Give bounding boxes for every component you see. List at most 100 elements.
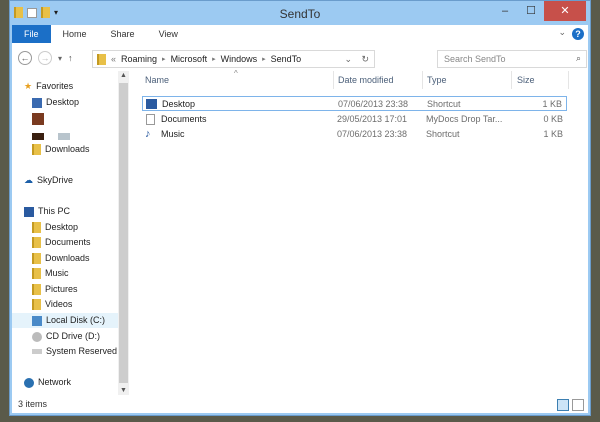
help-button[interactable]: ? [572,28,584,40]
nav-label: Network [38,377,72,387]
nav-network[interactable]: Network [24,375,129,390]
column-header-type[interactable]: Type [427,75,447,89]
breadcrumb-sendto[interactable]: SendTo [271,54,302,64]
search-icon[interactable]: ⌕ [576,53,581,64]
drive-icon [32,349,42,354]
file-list: ^ Name Date modified Type Size Desktop 0… [137,69,588,395]
folder-icon [32,284,41,295]
large-icons-view-button[interactable] [572,399,584,411]
address-dropdown-button[interactable]: ⌄ [344,54,352,65]
overflow-crumbs[interactable]: « [111,54,116,64]
nav-favorites[interactable]: ★ Favorites [24,79,129,94]
nav-fav-desktop[interactable]: Desktop [32,95,129,110]
chevron-right-icon[interactable]: ▸ [212,55,216,63]
file-row[interactable]: Documents 29/05/2013 17:01 MyDocs Drop T… [142,112,567,127]
close-button[interactable]: ✕ [544,1,586,21]
tab-home[interactable]: Home [51,25,99,43]
nav-cd-drive[interactable]: CD Drive (D:) [32,329,129,344]
nav-this-pc[interactable]: This PC [24,204,129,219]
chevron-right-icon[interactable]: ▸ [262,55,266,63]
file-type: Shortcut [426,129,460,139]
recent-locations-button[interactable]: ▾ [58,54,62,63]
search-placeholder: Search SendTo [444,54,506,64]
refresh-button[interactable]: ↻ [361,54,369,65]
title-bar: ▾ SendTo ‒ ☐ ✕ [10,1,590,25]
navigation-bar: ← → ▾ ↑ « Roaming ▸ Microsoft ▸ Windows ▸ S… [12,47,588,69]
navigation-pane: ★ Favorites Desktop Downloads ☁ SkyDrive T… [12,71,129,395]
star-icon: ★ [24,81,33,91]
column-header-size[interactable]: Size [517,75,535,89]
tab-share[interactable]: Share [99,25,147,43]
nav-redacted-item[interactable] [32,111,129,126]
file-name: Documents [161,114,207,124]
search-input[interactable]: Search SendTo ⌕ [437,50,587,68]
network-icon [24,377,34,388]
file-row[interactable]: Desktop 07/06/2013 23:38 Shortcut 1 KB [142,96,567,111]
explorer-body: ← → ▾ ↑ « Roaming ▸ Microsoft ▸ Windows ▸ S… [12,43,588,413]
breadcrumb-microsoft[interactable]: Microsoft [171,54,208,64]
file-name: Desktop [162,99,196,109]
nav-skydrive[interactable]: ☁ SkyDrive [24,173,129,188]
folder-icon [32,237,41,248]
column-divider[interactable] [511,71,512,89]
tab-file[interactable]: File [12,25,51,43]
folder-icon [32,253,41,264]
nav-pc-documents[interactable]: Documents [32,235,129,250]
column-divider[interactable] [333,71,334,89]
downloads-folder-icon [32,144,41,155]
breadcrumb-roaming[interactable]: Roaming [121,54,157,64]
nav-label: Music [45,268,69,278]
chevron-right-icon[interactable]: ▸ [162,55,166,63]
status-item-count: 3 items [18,399,48,409]
sort-ascending-icon: ^ [234,69,238,78]
expand-ribbon-button[interactable]: ⌄ [558,27,566,38]
redacted-block [58,133,70,140]
file-size: 1 KB [543,129,563,139]
forward-button[interactable]: → [38,51,52,65]
nav-system-reserved[interactable]: System Reserved [32,344,129,359]
nav-pane-scrollbar[interactable]: ▲ ▼ [118,71,129,395]
minimize-button[interactable]: ‒ [492,1,518,21]
column-header-name[interactable]: Name [145,75,169,89]
file-type: Shortcut [427,99,461,109]
music-shortcut-icon: ♪ [145,128,151,140]
nav-label: Downloads [45,253,90,263]
nav-label: Videos [45,299,73,309]
nav-label: Favorites [36,81,74,91]
nav-local-disk[interactable]: Local Disk (C:) [12,313,119,328]
address-bar[interactable]: « Roaming ▸ Microsoft ▸ Windows ▸ SendTo ⌄ … [92,50,375,68]
nav-pc-videos[interactable]: Videos [32,297,129,312]
redacted-icon [32,112,44,125]
nav-pc-pictures[interactable]: Pictures [32,282,129,297]
column-divider[interactable] [422,71,423,89]
file-size: 1 KB [542,99,562,109]
tab-view[interactable]: View [147,25,190,43]
column-divider[interactable] [568,71,569,89]
maximize-button[interactable]: ☐ [518,1,544,21]
nav-label: Desktop [45,222,79,232]
breadcrumb-windows[interactable]: Windows [221,54,258,64]
nav-pc-desktop[interactable]: Desktop [32,220,129,235]
scrollbar-thumb[interactable] [119,83,128,383]
scroll-up-icon[interactable]: ▲ [120,72,127,79]
details-view-button[interactable] [557,399,569,411]
nav-label: This PC [38,206,71,216]
scroll-down-icon[interactable]: ▼ [120,387,127,394]
file-date: 07/06/2013 23:38 [338,99,409,109]
file-row[interactable]: ♪ Music 07/06/2013 23:38 Shortcut 1 KB [142,127,567,142]
nav-pc-downloads[interactable]: Downloads [32,251,129,266]
cloud-icon: ☁ [24,175,33,185]
folder-icon [32,222,41,233]
nav-label: System Reserved [46,346,118,356]
nav-pc-music[interactable]: Music [32,266,129,281]
redacted-icon [32,133,44,140]
folder-icon [97,53,106,65]
explorer-window: ▾ SendTo ‒ ☐ ✕ File Home Share View ⌄ ? … [9,0,591,416]
up-button[interactable]: ↑ [68,53,73,63]
nav-label: Pictures [45,284,78,294]
column-header-date[interactable]: Date modified [338,75,394,89]
back-button[interactable]: ← [18,51,32,65]
nav-fav-downloads[interactable]: Downloads [32,142,129,157]
file-size: 0 KB [543,114,563,124]
folder-icon [32,268,41,279]
